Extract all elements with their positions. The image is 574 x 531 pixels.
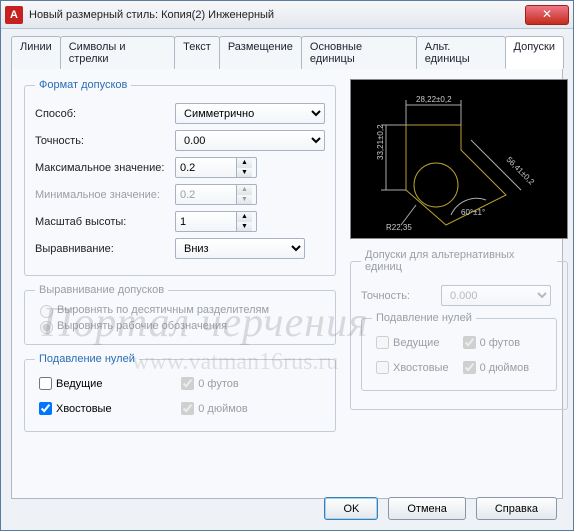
titlebar: A Новый размерный стиль: Копия(2) Инжене… [1, 1, 573, 29]
legend-alt-zero: Подавление нулей [372, 312, 476, 324]
spin-down-icon[interactable]: ▼ [237, 222, 252, 232]
radio-align-symbol [40, 321, 53, 334]
label-align: Выравнивание: [35, 243, 175, 255]
dim-left: 33,21±0,2 [376, 124, 385, 160]
tab-alt[interactable]: Альт. единицы [416, 36, 506, 69]
spinner-min: ▲▼ [175, 184, 257, 205]
dim-radius: R22,35 [386, 223, 412, 232]
group-alt-tol: Допуски для альтернативных единиц Точнос… [350, 249, 568, 410]
select-align[interactable]: Вниз [175, 238, 305, 259]
label-precision: Точность: [35, 135, 175, 147]
legend-tol-align: Выравнивание допусков [35, 284, 168, 296]
input-min [176, 185, 236, 204]
tab-fit[interactable]: Размещение [219, 36, 302, 69]
group-tol-align: Выравнивание допусков Выровнять по десят… [24, 284, 336, 345]
spin-down-icon[interactable]: ▼ [237, 168, 252, 178]
client-area: Линии Символы и стрелки Текст Размещение… [1, 29, 573, 509]
dim-top: 28,22±0,2 [416, 95, 452, 104]
group-alt-zero: Подавление нулей Ведущие 0 футов Хвостов… [361, 312, 557, 391]
tab-text[interactable]: Текст [174, 36, 220, 69]
tab-symbols[interactable]: Символы и стрелки [60, 36, 175, 69]
select-method[interactable]: Симметрично [175, 103, 325, 124]
spin-up-icon[interactable]: ▲ [237, 158, 252, 168]
tab-primary[interactable]: Основные единицы [301, 36, 417, 69]
tab-tolerances[interactable]: Допуски [505, 36, 564, 69]
dialog-window: A Новый размерный стиль: Копия(2) Инжене… [0, 0, 574, 531]
input-scale[interactable] [176, 212, 236, 231]
window-controls: ✕ [525, 5, 569, 25]
label-min: Минимальное значение: [35, 189, 175, 201]
dim-right: 56,41±0,2 [505, 155, 537, 187]
ok-button[interactable]: OK [324, 497, 378, 520]
check-alt-inches [463, 361, 476, 374]
help-button[interactable]: Справка [476, 497, 557, 520]
dim-angle: 60°±1° [461, 208, 485, 217]
label-trailing: Хвостовые [56, 403, 112, 415]
app-icon: A [5, 6, 23, 24]
preview-pane: 28,22±0,2 33,21±0,2 56,41±0,2 60°±1° R22… [350, 79, 568, 239]
label-scale: Масштаб высоты: [35, 216, 175, 228]
button-row: OK Отмена Справка [324, 497, 557, 520]
label-alt-leading: Ведущие [393, 337, 439, 349]
check-leading[interactable] [39, 377, 52, 390]
label-inches: 0 дюймов [198, 403, 248, 415]
tab-lines[interactable]: Линии [11, 36, 61, 69]
input-max[interactable] [176, 158, 236, 177]
label-method: Способ: [35, 108, 175, 120]
check-alt-feet [463, 336, 476, 349]
spin-up-icon: ▲ [237, 185, 252, 195]
spin-down-icon: ▼ [237, 195, 252, 205]
cancel-button[interactable]: Отмена [388, 497, 465, 520]
label-feet: 0 футов [198, 378, 238, 390]
spin-up-icon[interactable]: ▲ [237, 212, 252, 222]
select-alt-precision: 0.000 [441, 285, 551, 306]
label-leading: Ведущие [56, 378, 102, 390]
tab-body: Портал черчения www.vatman16rus.ru Форма… [11, 69, 563, 499]
window-title: Новый размерный стиль: Копия(2) Инженерн… [29, 9, 274, 21]
label-alt-feet: 0 футов [480, 337, 520, 349]
tab-strip: Линии Символы и стрелки Текст Размещение… [11, 35, 563, 69]
spinner-scale[interactable]: ▲▼ [175, 211, 257, 232]
spinner-max[interactable]: ▲▼ [175, 157, 257, 178]
close-button[interactable]: ✕ [525, 5, 569, 25]
group-zero-suppress: Подавление нулей Ведущие 0 футов Хвостов… [24, 353, 336, 432]
radio-align-decimal [40, 305, 53, 318]
legend-format: Формат допусков [35, 79, 131, 91]
check-feet [181, 377, 194, 390]
label-alt-inches: 0 дюймов [480, 362, 530, 374]
label-alt-trailing: Хвостовые [393, 362, 449, 374]
check-alt-trailing [376, 361, 389, 374]
select-precision[interactable]: 0.00 [175, 130, 325, 151]
legend-zero: Подавление нулей [35, 353, 139, 365]
check-alt-leading [376, 336, 389, 349]
group-tolerance-format: Формат допусков Способ: Симметрично Точн… [24, 79, 336, 276]
label-align-symbol: Выровнять рабочие обозначения [57, 320, 227, 332]
preview-svg: 28,22±0,2 33,21±0,2 56,41±0,2 60°±1° R22… [351, 80, 569, 240]
legend-alt: Допуски для альтернативных единиц [361, 249, 557, 273]
label-align-decimal: Выровнять по десятичным разделителям [57, 304, 269, 316]
check-trailing[interactable] [39, 402, 52, 415]
label-max: Максимальное значение: [35, 162, 175, 174]
label-alt-precision: Точность: [361, 290, 441, 302]
check-inches [181, 402, 194, 415]
